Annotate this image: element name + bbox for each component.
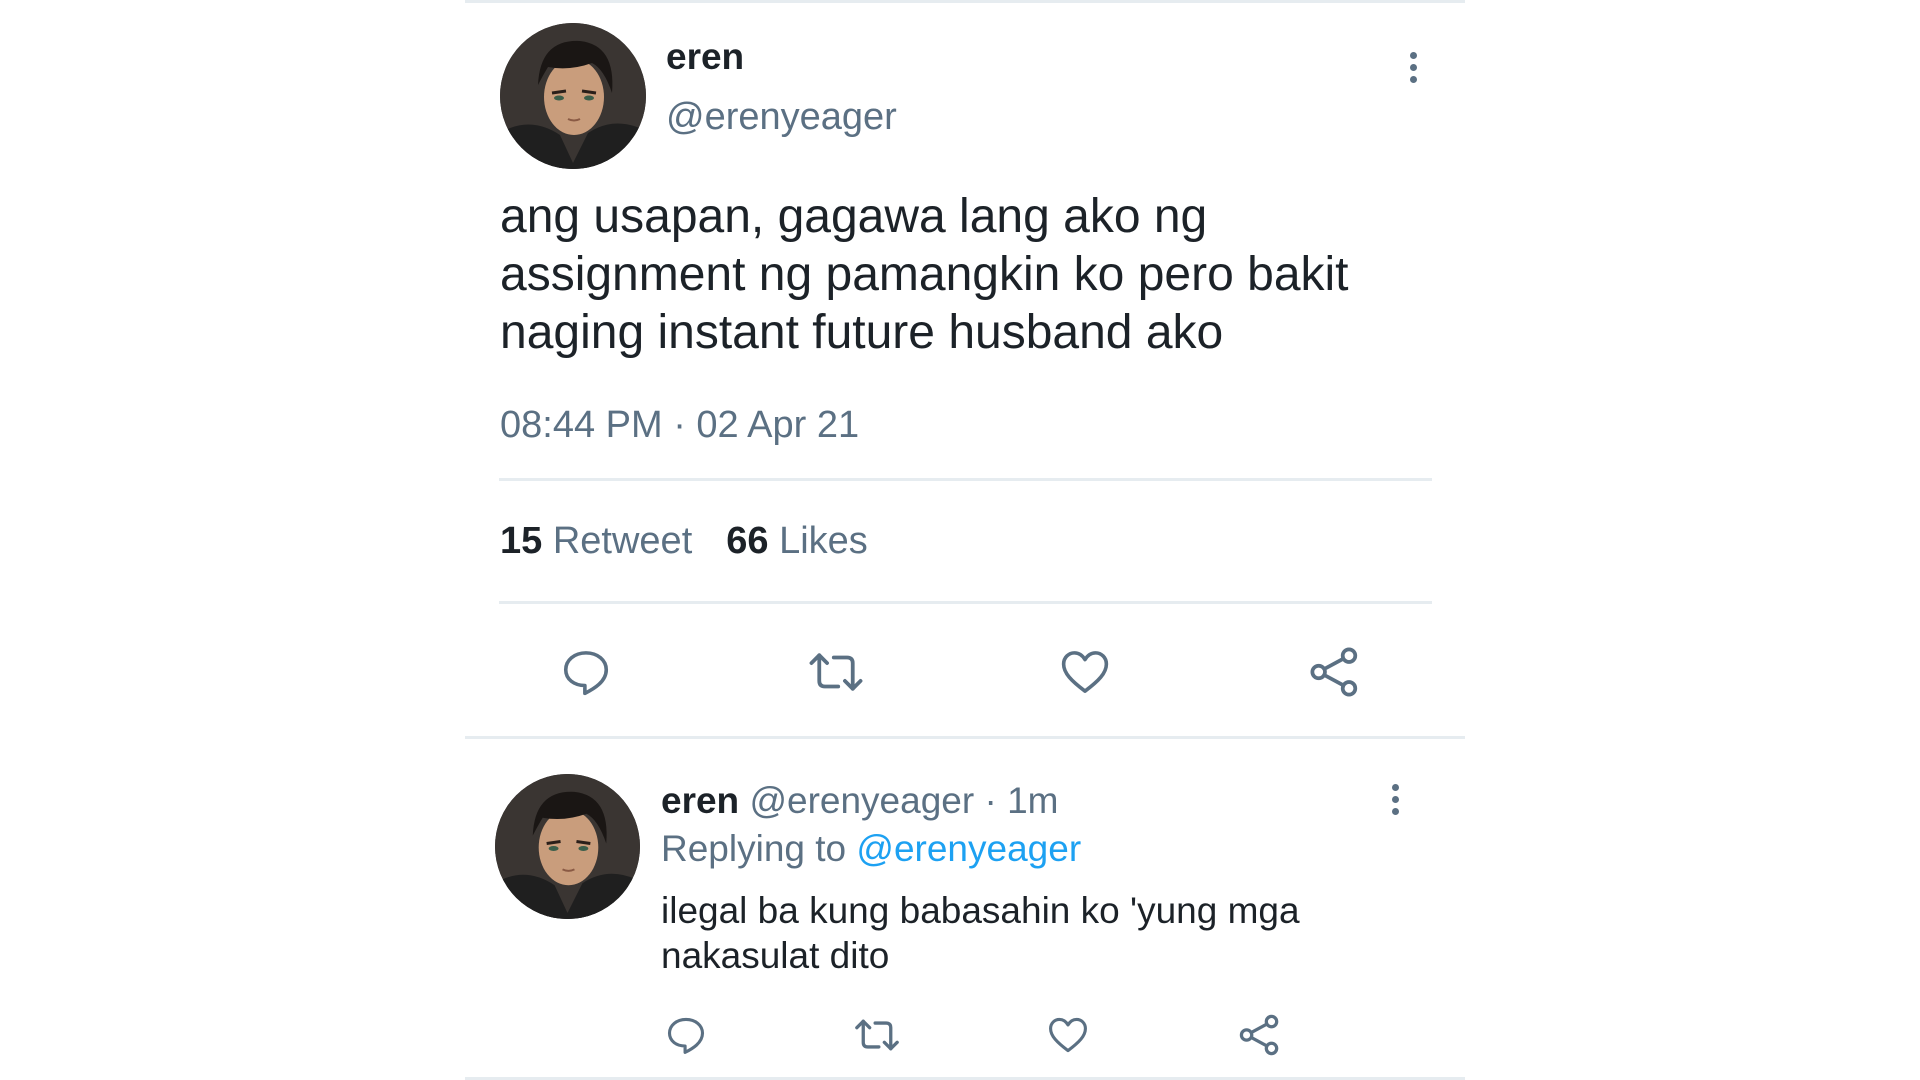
top-divider xyxy=(465,0,1465,3)
retweet-stat[interactable]: 15 Retweet xyxy=(500,520,692,562)
author-handle[interactable]: @erenyeager xyxy=(666,96,897,139)
more-options-icon[interactable] xyxy=(1406,52,1420,83)
likes-count: 66 xyxy=(726,520,769,562)
tweet-stats: 15 Retweet 66 Likes xyxy=(500,520,868,563)
likes-label: Likes xyxy=(779,520,868,562)
retweet-label: Retweet xyxy=(552,520,693,562)
divider xyxy=(499,601,1432,604)
reply-retweet-icon[interactable] xyxy=(850,1010,904,1060)
heart-icon[interactable] xyxy=(1053,640,1117,704)
retweet-icon[interactable] xyxy=(804,640,868,704)
divider xyxy=(465,736,1465,739)
tweet-text: ang usapan, gagawa lang ako ng assignmen… xyxy=(500,190,1349,359)
reply-comment-icon[interactable] xyxy=(661,1010,711,1060)
comment-icon[interactable] xyxy=(554,640,618,704)
reply-author-handle[interactable]: @erenyeager xyxy=(749,780,974,821)
reply-text: ilegal ba kung babasahin ko 'yung mga na… xyxy=(661,890,1300,976)
avatar[interactable] xyxy=(500,23,646,169)
divider xyxy=(499,478,1432,481)
reply-share-icon[interactable] xyxy=(1235,1010,1285,1060)
replying-label: Replying to xyxy=(661,828,847,869)
share-icon[interactable] xyxy=(1303,640,1367,704)
reply-avatar[interactable] xyxy=(495,774,640,919)
replying-mention-link[interactable]: @erenyeager xyxy=(856,828,1081,869)
reply-author-name[interactable]: eren xyxy=(661,780,739,821)
reply-more-options-icon[interactable] xyxy=(1388,784,1402,815)
tweet-detail-card: eren @erenyeager ang usapan, gagawa lang… xyxy=(465,0,1465,1080)
reply-time: · 1m xyxy=(984,780,1059,821)
reply-header: eren @erenyeager · 1m xyxy=(661,780,1058,822)
author-name[interactable]: eren xyxy=(666,36,744,78)
tweet-timestamp: 08:44 PM · 02 Apr 21 xyxy=(500,404,860,446)
replying-to: Replying to @erenyeager xyxy=(661,828,1081,870)
retweet-count: 15 xyxy=(500,520,543,562)
reply-heart-icon[interactable] xyxy=(1043,1010,1093,1060)
likes-stat[interactable]: 66 Likes xyxy=(726,520,868,562)
